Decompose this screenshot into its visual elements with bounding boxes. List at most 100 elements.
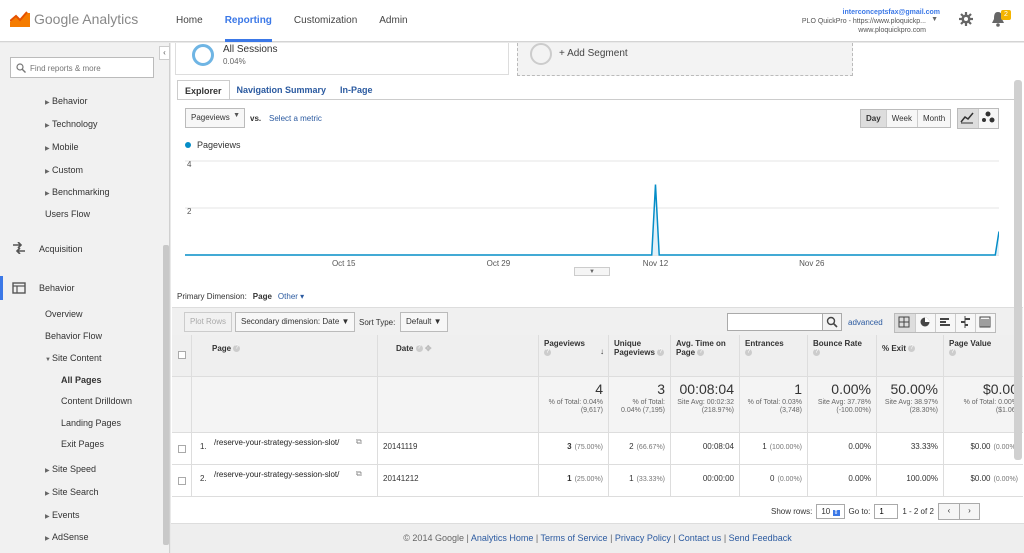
- search-input[interactable]: [30, 61, 150, 75]
- sidebar-item-mobile[interactable]: ▶ Mobile: [45, 142, 79, 152]
- header-bounce-rate[interactable]: Bounce Rate?: [807, 335, 876, 376]
- open-external-icon[interactable]: ⧉: [356, 437, 362, 446]
- period-day-button[interactable]: Day: [861, 110, 886, 127]
- sidebar-item-exit-pages[interactable]: Exit Pages: [61, 439, 104, 449]
- help-icon[interactable]: ?: [813, 349, 820, 357]
- sort-descending-icon: ↓: [600, 347, 604, 356]
- page-path-link[interactable]: /reserve-your-strategy-session-slot/: [214, 469, 354, 480]
- help-icon[interactable]: ?: [908, 345, 916, 353]
- total-subtext: Site Avg: 37.78% (-100.00%): [817, 399, 871, 414]
- sidebar-item-site-search[interactable]: ▶ Site Search: [45, 487, 99, 497]
- cell-value: 0.00%: [848, 442, 871, 451]
- collapse-sidebar-button[interactable]: ‹: [159, 46, 170, 60]
- primary-dimension-other[interactable]: Other ▾: [278, 292, 304, 301]
- sidebar-item-technology[interactable]: ▶ Technology: [45, 119, 98, 129]
- cell-exit: 33.33%: [876, 433, 943, 464]
- report-search[interactable]: [10, 57, 154, 78]
- header-pageviews[interactable]: Pageviews ↓?: [538, 335, 608, 376]
- nav-customization[interactable]: Customization: [294, 0, 357, 42]
- tab-explorer[interactable]: Explorer: [177, 80, 230, 100]
- nav-home[interactable]: Home: [176, 0, 203, 42]
- main-scrollbar[interactable]: [1014, 80, 1022, 460]
- help-icon[interactable]: ?: [233, 345, 241, 353]
- footer-link-terms[interactable]: Terms of Service: [541, 533, 608, 543]
- show-rows-select[interactable]: 10 ⇕: [816, 504, 845, 519]
- tab-in-page[interactable]: In-Page: [333, 80, 380, 100]
- total-subtext: Site Avg: 38.97% (28.30%): [884, 399, 938, 414]
- add-segment-button[interactable]: + Add Segment: [517, 43, 853, 76]
- header-unique-pageviews[interactable]: Unique Pageviews ?: [608, 335, 670, 376]
- sidebar-item-adsense[interactable]: ▶ AdSense: [45, 532, 89, 542]
- sidebar-item-events[interactable]: ▶ Events: [45, 510, 80, 520]
- nav-admin[interactable]: Admin: [379, 0, 407, 42]
- table-search-button[interactable]: [822, 313, 842, 331]
- help-icon[interactable]: ?: [949, 349, 956, 357]
- help-icon[interactable]: ?: [657, 349, 665, 357]
- open-external-icon[interactable]: ⧉: [356, 469, 362, 478]
- sidebar-scrollbar[interactable]: [163, 245, 169, 545]
- sidebar-item-benchmarking[interactable]: ▶ Benchmarking: [45, 187, 110, 197]
- sidebar-section-behavior[interactable]: Behavior: [39, 283, 75, 293]
- performance-view-button[interactable]: [935, 314, 955, 332]
- plot-rows-button[interactable]: Plot Rows: [184, 312, 233, 332]
- period-week-button[interactable]: Week: [885, 110, 917, 127]
- row-checkbox[interactable]: [178, 445, 186, 453]
- header-exit[interactable]: % Exit ?: [876, 335, 943, 376]
- help-icon[interactable]: ?: [544, 349, 551, 357]
- pivot-view-button[interactable]: [975, 314, 995, 332]
- percentage-view-button[interactable]: [915, 314, 935, 332]
- sidebar-section-acquisition[interactable]: Acquisition: [39, 244, 83, 254]
- help-icon[interactable]: ?: [415, 345, 423, 353]
- segment-all-sessions[interactable]: All Sessions 0.04%: [175, 43, 509, 75]
- sidebar-item-users-flow[interactable]: Users Flow: [45, 209, 90, 219]
- page-path-link[interactable]: /reserve-your-strategy-session-slot/: [214, 437, 354, 448]
- footer-link-feedback[interactable]: Send Feedback: [729, 533, 792, 543]
- total-page-value: $0.00 % of Total: 0.00% ($1.06): [943, 377, 1023, 432]
- chart-expand-handle[interactable]: ▼: [574, 267, 610, 276]
- gear-icon[interactable]: [959, 12, 973, 26]
- help-icon[interactable]: ?: [697, 349, 705, 357]
- header-page-value[interactable]: Page Value?: [943, 335, 1023, 376]
- sidebar-item-landing-pages[interactable]: Landing Pages: [61, 418, 121, 428]
- account-selector[interactable]: interconceptsfax@gmail.com PLO QuickPro …: [802, 8, 940, 35]
- row-checkbox[interactable]: [178, 477, 186, 485]
- motion-chart-button[interactable]: [978, 109, 998, 128]
- sidebar-item-custom[interactable]: ▶ Custom: [45, 165, 83, 175]
- goto-page-input[interactable]: [874, 504, 899, 519]
- footer-link-privacy[interactable]: Privacy Policy: [615, 533, 671, 543]
- data-view-button[interactable]: [895, 314, 915, 332]
- comparison-view-button[interactable]: [955, 314, 975, 332]
- footer-link-analytics-home[interactable]: Analytics Home: [471, 533, 534, 543]
- secondary-dimension-dropdown[interactable]: Secondary dimension: Date ▼: [235, 312, 356, 332]
- primary-dimension-page[interactable]: Page: [253, 292, 272, 301]
- sort-type-dropdown[interactable]: Default ▼: [400, 312, 448, 332]
- sidebar-item-site-content[interactable]: ▼Site Content: [45, 353, 102, 363]
- header-date[interactable]: Date ? ✥: [377, 335, 538, 376]
- select-all-checkbox[interactable]: [178, 351, 186, 359]
- nav-reporting[interactable]: Reporting: [224, 0, 272, 42]
- prev-page-button[interactable]: ‹: [938, 504, 959, 519]
- account-property: PLO QuickPro - https://www.ploquickp...: [801, 18, 926, 25]
- header-page[interactable]: Page ?: [191, 335, 377, 376]
- help-icon[interactable]: ?: [745, 349, 752, 357]
- sidebar-item-behavior-flow[interactable]: Behavior Flow: [45, 331, 102, 341]
- sidebar-item-site-speed[interactable]: ▶ Site Speed: [45, 464, 96, 474]
- metric-dropdown[interactable]: Pageviews ▼: [185, 108, 245, 128]
- line-chart-button[interactable]: [958, 109, 978, 128]
- select-metric-link[interactable]: Select a metric: [269, 114, 322, 123]
- footer-link-contact[interactable]: Contact us: [678, 533, 721, 543]
- next-page-button[interactable]: ›: [958, 504, 979, 519]
- sidebar-item-content-drilldown[interactable]: Content Drilldown: [61, 396, 132, 406]
- sidebar-item-behavior-audience[interactable]: ▶ Behavior: [45, 96, 88, 106]
- sidebar-item-overview[interactable]: Overview: [45, 309, 83, 319]
- sidebar-item-all-pages[interactable]: All Pages: [61, 375, 102, 385]
- ga-logo[interactable]: Google Analytics: [10, 11, 138, 27]
- header-avg-time[interactable]: Avg. Time on Page ?: [670, 335, 739, 376]
- advanced-filter-link[interactable]: advanced: [848, 318, 883, 327]
- chevron-down-icon[interactable]: ▼: [931, 16, 938, 23]
- header-entrances[interactable]: Entrances?: [739, 335, 807, 376]
- tab-navigation-summary[interactable]: Navigation Summary: [230, 80, 334, 100]
- header-label: Unique Pageviews: [614, 339, 655, 357]
- move-icon[interactable]: ✥: [425, 344, 432, 353]
- period-month-button[interactable]: Month: [917, 110, 951, 127]
